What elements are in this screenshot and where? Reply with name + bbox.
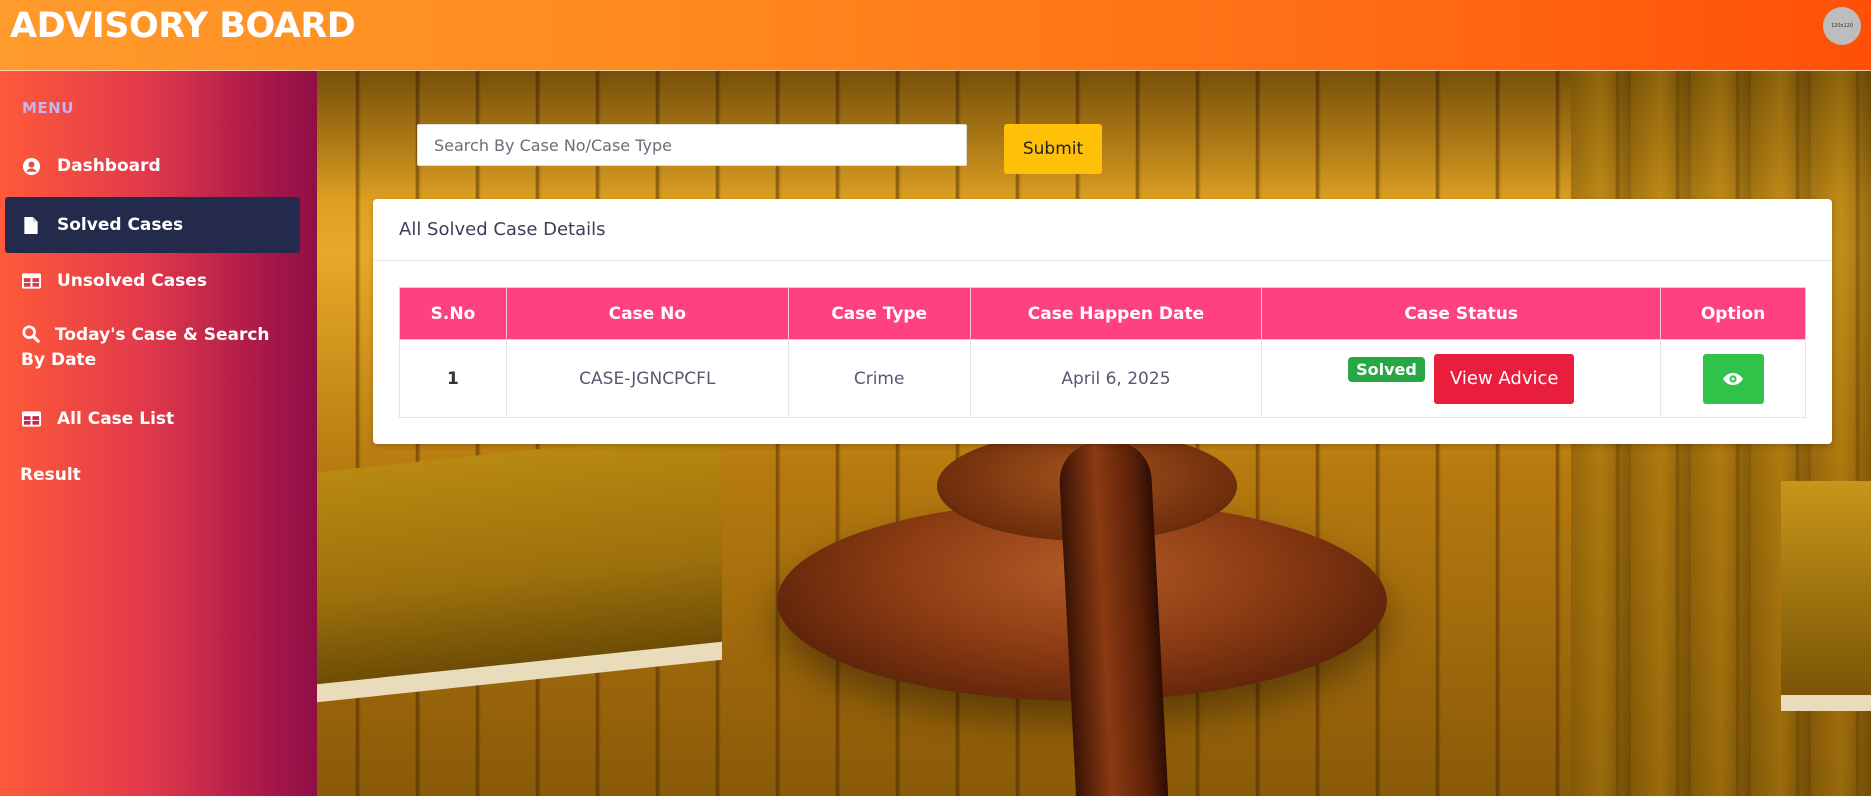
status-badge: Solved	[1348, 357, 1425, 382]
cell-option	[1660, 339, 1806, 418]
search-placeholder: Search By Case No/Case Type	[434, 135, 672, 155]
book-image	[1781, 481, 1871, 711]
top-header: ADVISORY BOARD 120x120	[0, 0, 1871, 71]
sidebar-item-dashboard[interactable]: Dashboard	[5, 138, 300, 194]
gavel-handle-image	[1057, 438, 1169, 796]
column-header: S.No	[399, 287, 507, 340]
sidebar: MENU Dashboard Solved Cases Unsolved Cas…	[0, 71, 317, 796]
column-header: Case Status	[1261, 287, 1662, 340]
sidebar-item-label: All Case List	[57, 409, 175, 429]
eye-icon	[1722, 372, 1744, 386]
menu-heading: MENU	[22, 99, 74, 117]
sidebar-item-label: Solved Cases	[57, 215, 184, 235]
cell-sno: 1	[399, 339, 507, 418]
cases-table: S.No Case No Case Type Case Happen Date …	[399, 287, 1806, 418]
cell-case-type: Crime	[787, 339, 971, 418]
column-header: Option	[1660, 287, 1806, 340]
view-details-button[interactable]	[1702, 353, 1764, 404]
sidebar-item-todays-case[interactable]: Today's Case & Search By Date	[5, 309, 285, 381]
column-header: Case No	[505, 287, 789, 340]
sidebar-item-label: Result	[20, 465, 81, 485]
column-header: Case Type	[787, 287, 971, 340]
avatar[interactable]: 120x120	[1823, 7, 1861, 45]
book-image	[317, 429, 722, 703]
cell-date: April 6, 2025	[969, 339, 1263, 418]
divider	[373, 260, 1832, 261]
app-title: ADVISORY BOARD	[10, 6, 356, 46]
search-input[interactable]: Search By Case No/Case Type	[417, 124, 967, 166]
card-title: All Solved Case Details	[399, 219, 606, 240]
table-icon	[21, 409, 41, 429]
table-row: 1 CASE-JGNCPCFL Crime April 6, 2025 Solv…	[399, 339, 1806, 418]
table-header-row: S.No Case No Case Type Case Happen Date …	[399, 287, 1806, 340]
cell-status: Solved View Advice	[1261, 339, 1662, 418]
view-advice-button[interactable]: View Advice	[1434, 353, 1575, 404]
sidebar-item-label: Dashboard	[57, 156, 161, 176]
table-icon	[21, 271, 41, 291]
file-icon	[21, 215, 41, 235]
column-header: Case Happen Date	[969, 287, 1263, 340]
sidebar-item-result[interactable]: Result	[5, 447, 300, 503]
user-circle-icon	[21, 156, 41, 176]
sidebar-item-label: Today's Case & Search By Date	[21, 324, 270, 370]
sidebar-item-solved-cases[interactable]: Solved Cases	[5, 197, 300, 253]
cell-case-no: CASE-JGNCPCFL	[505, 339, 789, 418]
search-icon	[21, 324, 41, 344]
sidebar-item-all-case-list[interactable]: All Case List	[5, 391, 300, 447]
sidebar-item-label: Unsolved Cases	[57, 271, 207, 291]
solved-cases-card: All Solved Case Details S.No Case No Cas…	[373, 199, 1832, 444]
sidebar-item-unsolved-cases[interactable]: Unsolved Cases	[5, 253, 300, 309]
submit-button[interactable]: Submit	[1004, 124, 1102, 174]
